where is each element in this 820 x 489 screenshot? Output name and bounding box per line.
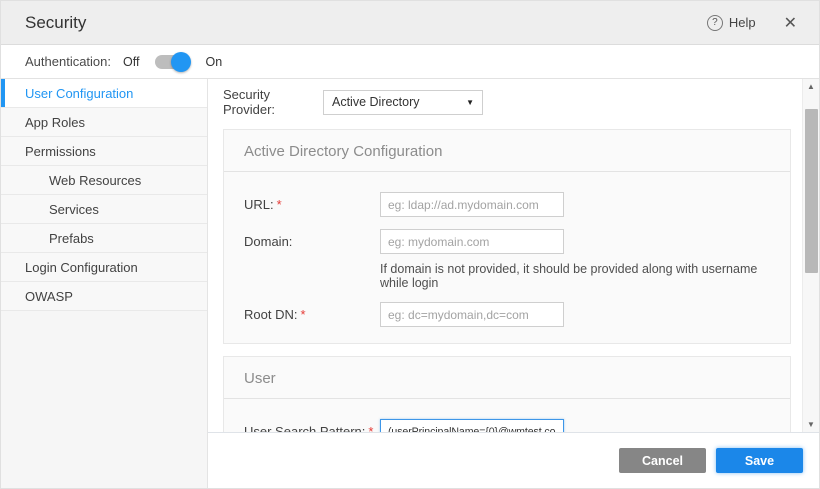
domain-input[interactable] — [380, 229, 564, 254]
user-search-pattern-label: User Search Pattern:* — [244, 419, 380, 432]
panel-body: URL:* Domain: If domain is not provid — [224, 172, 790, 343]
dialog-body: User Configuration App Roles Permissions… — [1, 79, 819, 488]
sidebar-item-label: Permissions — [25, 144, 96, 159]
field-label-text: Root DN: — [244, 307, 297, 322]
close-icon[interactable]: ✕ — [780, 11, 801, 35]
authentication-row: Authentication: Off On — [1, 45, 819, 79]
sidebar: User Configuration App Roles Permissions… — [1, 79, 208, 488]
url-label: URL:* — [244, 192, 380, 212]
sidebar-item-permissions[interactable]: Permissions — [1, 137, 207, 166]
active-directory-configuration-panel: Active Directory Configuration URL:* — [223, 129, 791, 344]
sidebar-item-label: OWASP — [25, 289, 73, 304]
sidebar-item-label: Services — [49, 202, 99, 217]
security-provider-value: Active Directory — [332, 95, 420, 109]
vertical-scrollbar[interactable]: ▲ ▼ — [802, 79, 819, 432]
root-dn-field-row: Root DN:* — [244, 302, 770, 327]
user-search-pattern-field-row: User Search Pattern:* — [244, 419, 770, 432]
domain-field-row: Domain: — [244, 229, 770, 254]
security-provider-label: Security Provider: — [223, 87, 323, 117]
sidebar-item-label: Login Configuration — [25, 260, 138, 275]
sidebar-item-prefabs[interactable]: Prefabs — [1, 224, 207, 253]
sidebar-item-services[interactable]: Services — [1, 195, 207, 224]
root-dn-input[interactable] — [380, 302, 564, 327]
header-actions: ? Help ✕ — [707, 11, 801, 35]
root-dn-label: Root DN:* — [244, 302, 380, 322]
sidebar-item-label: App Roles — [25, 115, 85, 130]
user-search-pattern-input[interactable] — [380, 419, 564, 432]
toggle-off-label: Off — [123, 55, 139, 69]
security-provider-row: Security Provider: Active Directory ▼ — [223, 87, 802, 117]
sidebar-item-web-resources[interactable]: Web Resources — [1, 166, 207, 195]
domain-help-text: If domain is not provided, it should be … — [380, 262, 770, 290]
panel-title: User — [224, 357, 790, 399]
security-dialog: Security ? Help ✕ Authentication: Off On… — [0, 0, 820, 489]
scrollbar-thumb[interactable] — [805, 109, 818, 273]
sidebar-item-login-configuration[interactable]: Login Configuration — [1, 253, 207, 282]
cancel-button[interactable]: Cancel — [619, 448, 706, 473]
scroll-up-icon[interactable]: ▲ — [803, 79, 820, 94]
required-asterisk: * — [277, 197, 282, 212]
chevron-down-icon: ▼ — [466, 98, 474, 107]
page-title: Security — [25, 13, 86, 33]
required-asterisk: * — [300, 307, 305, 322]
sidebar-item-owasp[interactable]: OWASP — [1, 282, 207, 311]
toggle-on-label: On — [205, 55, 222, 69]
main-panel: Security Provider: Active Directory ▼ Ac… — [208, 79, 819, 488]
help-question-icon: ? — [707, 15, 723, 31]
panel-body: User Search Pattern:* Test Username:* — [224, 399, 790, 432]
save-button[interactable]: Save — [716, 448, 803, 473]
toggle-knob-icon — [171, 52, 191, 72]
sidebar-item-label: Prefabs — [49, 231, 94, 246]
scroll-area: Security Provider: Active Directory ▼ Ac… — [208, 79, 802, 432]
sidebar-item-user-configuration[interactable]: User Configuration — [1, 79, 207, 108]
field-label-text: User Search Pattern: — [244, 424, 365, 432]
sidebar-item-app-roles[interactable]: App Roles — [1, 108, 207, 137]
url-field-row: URL:* — [244, 192, 770, 217]
user-panel: User User Search Pattern:* Test User — [223, 356, 791, 432]
dialog-header: Security ? Help ✕ — [1, 1, 819, 45]
field-label-text: Domain: — [244, 234, 292, 249]
authentication-label: Authentication: — [25, 54, 111, 69]
scroll-down-icon[interactable]: ▼ — [803, 417, 820, 432]
sidebar-item-label: User Configuration — [25, 86, 133, 101]
field-label-text: URL: — [244, 197, 274, 212]
security-provider-select[interactable]: Active Directory ▼ — [323, 90, 483, 115]
scroll-wrap: Security Provider: Active Directory ▼ Ac… — [208, 79, 819, 433]
url-input[interactable] — [380, 192, 564, 217]
panel-title: Active Directory Configuration — [224, 130, 790, 172]
dialog-footer: Cancel Save — [208, 433, 819, 488]
sidebar-item-label: Web Resources — [49, 173, 141, 188]
domain-label: Domain: — [244, 229, 380, 249]
required-asterisk: * — [368, 424, 373, 432]
help-button[interactable]: ? Help — [707, 15, 756, 31]
help-label: Help — [729, 15, 756, 30]
authentication-toggle[interactable] — [155, 55, 189, 69]
